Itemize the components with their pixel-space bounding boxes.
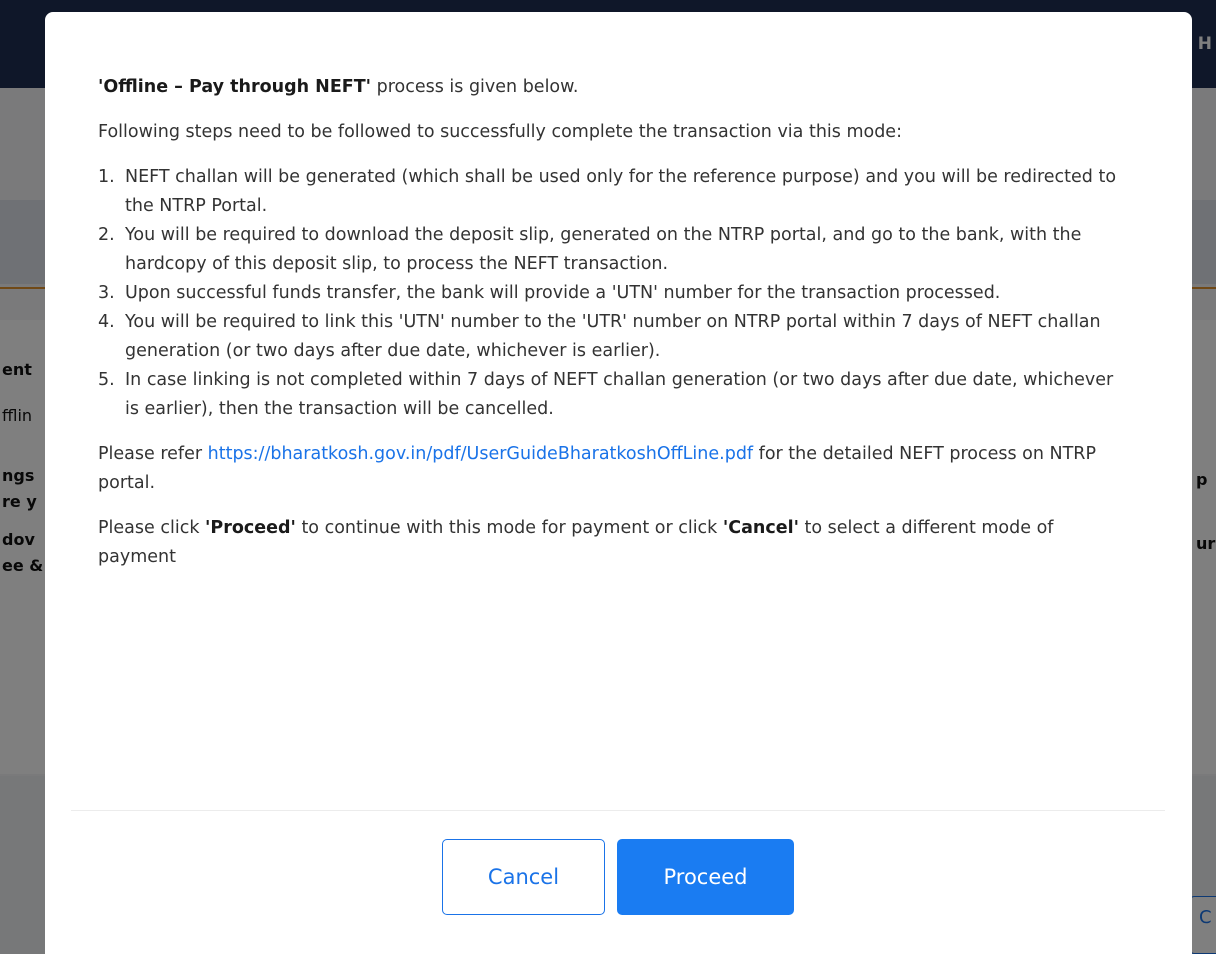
user-guide-link[interactable]: https://bharatkosh.gov.in/pdf/UserGuideB… [208, 444, 753, 464]
modal-intro: 'Offline – Pay through NEFT' process is … [98, 73, 1122, 102]
modal-body: 'Offline – Pay through NEFT' process is … [45, 12, 1192, 572]
steps-list: 1. NEFT challan will be generated (which … [98, 163, 1122, 424]
step-text: NEFT challan will be generated (which sh… [125, 167, 1117, 216]
proceed-button[interactable]: Proceed [617, 839, 794, 915]
instruction-proceed-word: 'Proceed' [205, 518, 296, 538]
instruction-part2: to continue with this mode for payment o… [295, 518, 723, 538]
step-item: 2. You will be required to download the d… [98, 221, 1122, 279]
modal-footer-divider [71, 810, 1165, 811]
step-item: 5. In case linking is not completed withi… [98, 366, 1122, 424]
refer-prefix: Please refer [98, 444, 208, 464]
step-text: You will be required to link this 'UTN' … [125, 312, 1101, 361]
step-item: 1. NEFT challan will be generated (which … [98, 163, 1122, 221]
steps-intro: Following steps need to be followed to s… [98, 122, 902, 142]
payment-instruction: Please click 'Proceed' to continue with … [98, 514, 1122, 572]
step-text: You will be required to download the dep… [125, 225, 1082, 274]
instruction-cancel-word: 'Cancel' [722, 518, 799, 538]
step-item: 3. Upon successful funds transfer, the ba… [98, 279, 1122, 308]
step-number: 3. [98, 283, 115, 303]
step-number: 2. [98, 225, 115, 245]
cancel-button[interactable]: Cancel [442, 839, 605, 915]
modal-intro-text: process is given below. [371, 77, 579, 97]
step-text: Upon successful funds transfer, the bank… [125, 283, 1001, 303]
user-guide-reference: Please refer https://bharatkosh.gov.in/p… [98, 440, 1122, 498]
modal-intro-title: 'Offline – Pay through NEFT' [98, 77, 372, 97]
step-text: In case linking is not completed within … [125, 370, 1114, 419]
step-number: 5. [98, 370, 115, 390]
neft-info-modal: 'Offline – Pay through NEFT' process is … [45, 12, 1192, 954]
step-number: 4. [98, 312, 115, 332]
step-number: 1. [98, 167, 115, 187]
step-item: 4. You will be required to link this 'UTN… [98, 308, 1122, 366]
instruction-part1: Please click [98, 518, 206, 538]
